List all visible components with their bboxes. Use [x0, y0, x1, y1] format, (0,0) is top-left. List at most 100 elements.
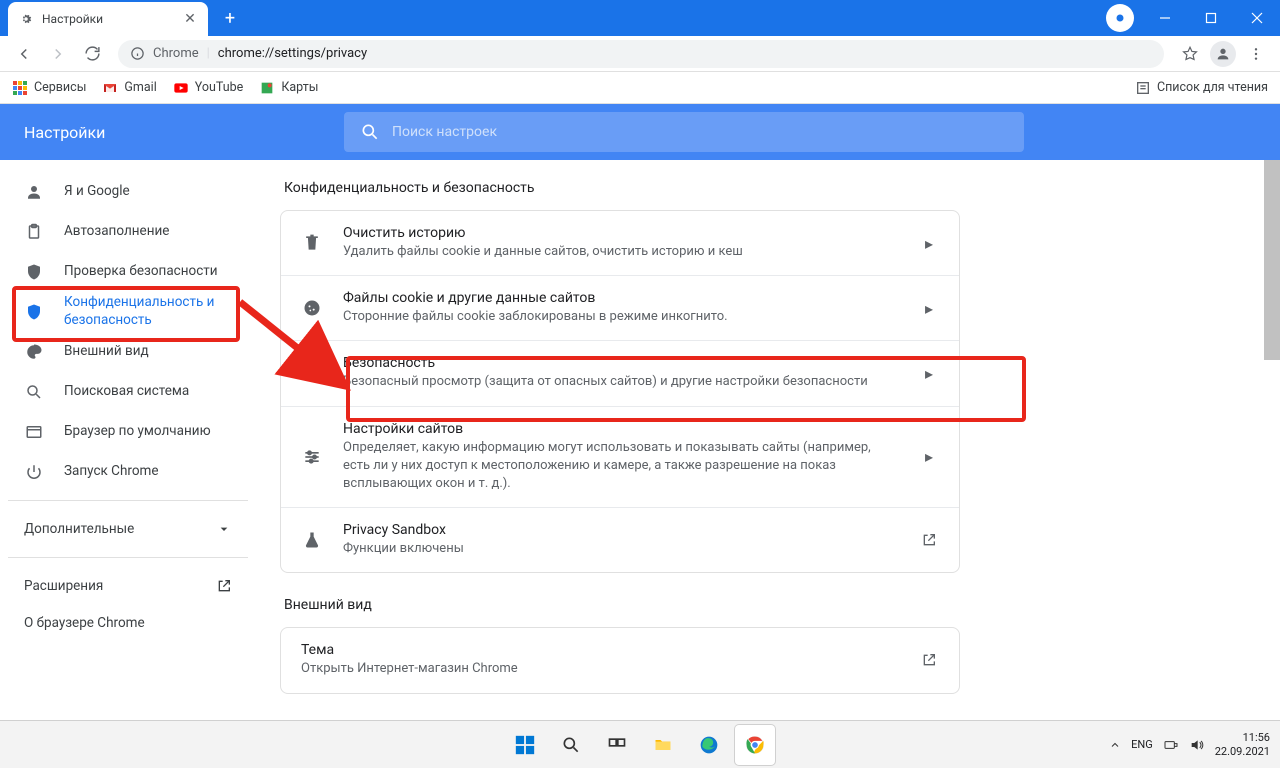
file-explorer[interactable] [643, 725, 683, 765]
minimize-button[interactable] [1142, 0, 1188, 36]
row-title: Тема [301, 642, 899, 658]
apps-grid-icon [12, 80, 28, 96]
address-bar[interactable]: Chrome | chrome://settings/privacy [118, 40, 1164, 68]
tray-clock[interactable]: 11:56 22.09.2021 [1215, 731, 1270, 757]
bookmark-maps[interactable]: Карты [259, 80, 318, 96]
appearance-card: Тема Открыть Интернет-магазин Chrome [280, 627, 960, 693]
start-button[interactable] [505, 725, 545, 765]
maximize-button[interactable] [1188, 0, 1234, 36]
sidebar-divider [8, 557, 248, 558]
sidebar-extensions[interactable]: Расширения [8, 566, 248, 606]
windows-taskbar: ENG 11:56 22.09.2021 [0, 720, 1280, 768]
bookmark-youtube[interactable]: YouTube [173, 80, 244, 96]
reload-button[interactable] [76, 38, 108, 70]
settings-title: Настройки [0, 123, 344, 142]
edge-browser[interactable] [689, 725, 729, 765]
close-window-button[interactable] [1234, 0, 1280, 36]
row-subtitle: Функции включены [343, 540, 899, 558]
flask-icon [301, 529, 323, 551]
chevron-right-icon: ▸ [919, 447, 939, 466]
gear-icon [18, 11, 34, 27]
row-subtitle: Определяет, какую информацию могут испол… [343, 439, 899, 494]
browser-toolbar: Chrome | chrome://settings/privacy [0, 36, 1280, 72]
settings-search[interactable] [344, 112, 1024, 152]
chevron-right-icon: ▸ [919, 234, 939, 253]
privacy-card: Очистить историю Удалить файлы cookie и … [280, 210, 960, 573]
clipboard-icon [24, 222, 44, 242]
row-subtitle: Сторонние файлы cookie заблокированы в р… [343, 308, 899, 326]
sidebar-advanced[interactable]: Дополнительные [8, 509, 248, 549]
taskbar-search[interactable] [551, 725, 591, 765]
bookmark-label: YouTube [195, 80, 244, 95]
menu-button[interactable] [1240, 38, 1272, 70]
sidebar-item-privacy-security[interactable]: Конфиденциальность и безопасность [8, 292, 248, 332]
tray-volume-icon[interactable] [1189, 737, 1205, 753]
sidebar-item-appearance[interactable]: Внешний вид [8, 332, 248, 372]
shield-icon [301, 362, 323, 384]
sidebar-about-label: О браузере Chrome [24, 615, 145, 633]
row-title: Файлы cookie и другие данные сайтов [343, 290, 899, 306]
url-origin: Chrome [153, 46, 199, 61]
sidebar-item-label: Запуск Chrome [64, 463, 159, 481]
tray-network-icon[interactable] [1163, 737, 1179, 753]
profile-chip[interactable] [1106, 4, 1134, 32]
window-titlebar: Настройки ✕ + [0, 0, 1280, 36]
row-site-settings[interactable]: Настройки сайтов Определяет, какую инфор… [281, 407, 959, 509]
row-title: Безопасность [343, 355, 899, 371]
tray-language[interactable]: ENG [1131, 738, 1153, 751]
apps-shortcut[interactable]: Сервисы [12, 80, 86, 96]
reading-list[interactable]: Список для чтения [1135, 80, 1268, 96]
row-subtitle: Безопасный просмотр (защита от опасных с… [343, 373, 899, 391]
search-icon [24, 382, 44, 402]
settings-header: Настройки [0, 104, 1280, 160]
row-clear-browsing-data[interactable]: Очистить историю Удалить файлы cookie и … [281, 211, 959, 276]
sidebar-item-you-and-google[interactable]: Я и Google [8, 172, 248, 212]
person-icon [24, 182, 44, 202]
sidebar-item-label: Проверка безопасности [64, 263, 218, 281]
row-title: Настройки сайтов [343, 421, 899, 437]
bookmark-gmail[interactable]: Gmail [102, 80, 156, 96]
browser-tab[interactable]: Настройки ✕ [8, 2, 208, 36]
new-tab-button[interactable]: + [216, 4, 244, 32]
sidebar-about[interactable]: О браузере Chrome [8, 606, 248, 642]
chevron-right-icon: ▸ [919, 299, 939, 318]
power-icon [24, 462, 44, 482]
external-link-icon [919, 532, 939, 548]
row-privacy-sandbox[interactable]: Privacy Sandbox Функции включены [281, 508, 959, 572]
forward-button[interactable] [42, 38, 74, 70]
scrollbar-thumb[interactable] [1264, 160, 1280, 360]
sidebar-item-safety-check[interactable]: Проверка безопасности [8, 252, 248, 292]
window-controls [1142, 0, 1280, 36]
sliders-icon [301, 446, 323, 468]
sidebar-item-on-startup[interactable]: Запуск Chrome [8, 452, 248, 492]
row-security[interactable]: Безопасность Безопасный просмотр (защита… [281, 341, 959, 406]
task-view[interactable] [597, 725, 637, 765]
profile-avatar[interactable] [1210, 41, 1236, 67]
url-text: chrome://settings/privacy [218, 46, 367, 61]
sidebar-item-search-engine[interactable]: Поисковая система [8, 372, 248, 412]
search-icon [360, 122, 380, 142]
settings-sidebar: Я и Google Автозаполнение Проверка безоп… [0, 160, 256, 720]
palette-icon [24, 342, 44, 362]
sidebar-divider [8, 500, 248, 501]
bookmarks-bar: Сервисы Gmail YouTube Карты Список для ч… [0, 72, 1280, 104]
sidebar-item-autofill[interactable]: Автозаполнение [8, 212, 248, 252]
system-tray: ENG 11:56 22.09.2021 [1109, 731, 1270, 757]
sidebar-item-label: Поисковая система [64, 383, 189, 401]
reading-list-label: Список для чтения [1157, 80, 1268, 95]
sidebar-item-label: Я и Google [64, 183, 130, 201]
search-input[interactable] [392, 124, 1008, 140]
url-separator: | [207, 46, 210, 61]
trash-icon [301, 232, 323, 254]
sidebar-item-default-browser[interactable]: Браузер по умолчанию [8, 412, 248, 452]
row-cookies[interactable]: Файлы cookie и другие данные сайтов Стор… [281, 276, 959, 341]
chrome-browser[interactable] [735, 725, 775, 765]
back-button[interactable] [8, 38, 40, 70]
row-theme[interactable]: Тема Открыть Интернет-магазин Chrome [281, 628, 959, 692]
tray-chevron[interactable] [1109, 739, 1121, 751]
close-tab-icon[interactable]: ✕ [182, 11, 198, 27]
sidebar-item-label: Браузер по умолчанию [64, 423, 211, 441]
bookmark-star-icon[interactable] [1174, 38, 1206, 70]
sidebar-item-label: Конфиденциальность и безопасность [64, 294, 232, 329]
reading-list-icon [1135, 80, 1151, 96]
